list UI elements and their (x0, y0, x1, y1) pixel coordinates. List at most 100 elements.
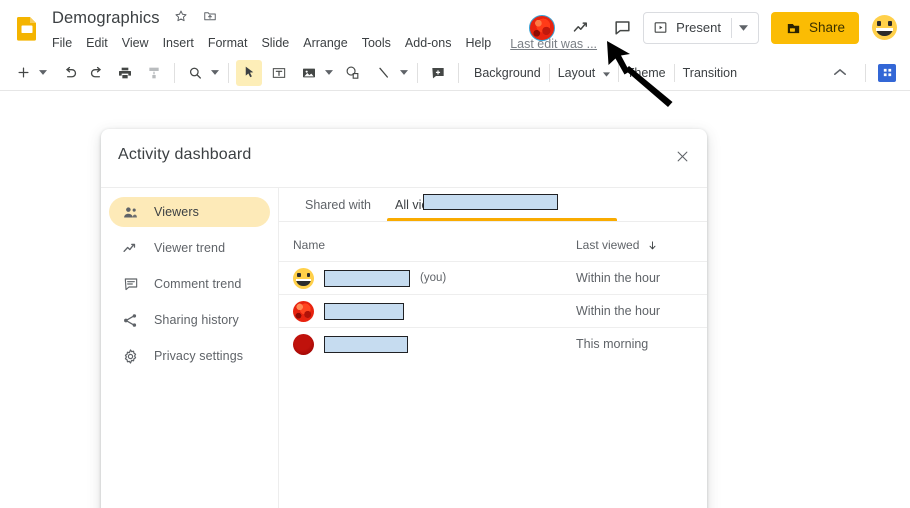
menu-item-slide[interactable]: Slide (254, 34, 296, 53)
name-redaction-box (324, 302, 404, 320)
slides-app-window: Demographics File Edit View Insert Forma… (0, 0, 910, 508)
dialog-title: Activity dashboard (118, 146, 252, 163)
redo-button[interactable] (83, 60, 109, 86)
sidebar-item-viewers[interactable]: Viewers (109, 197, 270, 227)
new-slide-caret-icon[interactable] (36, 70, 49, 75)
menu-item-arrange[interactable]: Arrange (296, 34, 354, 53)
insert-image-button[interactable] (296, 60, 322, 86)
share-icon (122, 312, 139, 329)
google-slides-logo-icon[interactable] (12, 13, 42, 43)
you-label: (you) (420, 272, 447, 284)
comment-list-icon (122, 276, 139, 293)
activity-dashboard-button[interactable] (565, 11, 599, 45)
cell-name: (you) (293, 267, 576, 289)
sidebar-item-viewer-trend[interactable]: Viewer trend (109, 233, 270, 263)
app-header: Demographics File Edit View Insert Forma… (0, 0, 910, 55)
menu-item-addons[interactable]: Add-ons (398, 34, 459, 53)
avatar (293, 267, 314, 289)
cell-name (293, 300, 576, 322)
account-avatar[interactable] (872, 15, 897, 40)
cell-name (293, 333, 576, 355)
menu-item-insert[interactable]: Insert (156, 34, 201, 53)
toolbar-divider-2 (228, 62, 229, 83)
collapse-toolbar-button[interactable] (827, 60, 853, 86)
select-tool-button[interactable] (236, 59, 262, 86)
sidebar-item-label: Sharing history (154, 313, 239, 327)
sidebar-item-label: Privacy settings (154, 349, 244, 363)
transition-button[interactable]: Transition (675, 63, 745, 83)
tab-redaction-box (423, 194, 558, 210)
layout-label: Layout (557, 65, 596, 80)
avatar (293, 300, 314, 322)
cell-last-viewed: This morning (576, 337, 649, 351)
toolbar-divider-3 (417, 62, 418, 83)
sidebar-item-sharing-history[interactable]: Sharing history (109, 305, 270, 335)
dialog-main-panel: Shared with All viewers Name Last viewed (278, 188, 707, 508)
gear-icon (122, 348, 139, 365)
dialog-header: Activity dashboard (101, 129, 707, 187)
dialog-sidebar: Viewers Viewer trend Comment trend Shari… (101, 188, 278, 508)
avatar (293, 333, 314, 355)
collaborator-avatar[interactable] (525, 11, 559, 45)
menu-item-view[interactable]: View (115, 34, 156, 53)
explore-sidebar-icon[interactable] (878, 63, 896, 82)
text-box-button[interactable] (266, 60, 292, 86)
main-toolbar: Background Layout Theme Transition (0, 55, 910, 90)
share-label: Share (808, 20, 845, 35)
trending-up-icon (122, 240, 139, 257)
toolbar-divider-8 (865, 63, 866, 82)
star-outline-icon[interactable] (174, 9, 188, 28)
sidebar-item-label: Viewer trend (154, 241, 226, 255)
name-redaction-box (324, 269, 410, 287)
toolbar-divider-4 (458, 62, 459, 83)
background-button[interactable]: Background (466, 63, 549, 83)
menu-item-edit[interactable]: Edit (79, 34, 115, 53)
table-row[interactable]: This morning (279, 327, 707, 360)
dialog-body: Viewers Viewer trend Comment trend Shari… (101, 187, 707, 508)
menu-bar: File Edit View Insert Format Slide Arran… (52, 34, 597, 53)
image-caret-icon[interactable] (322, 70, 335, 75)
people-icon (122, 204, 139, 221)
page-title[interactable]: Demographics (52, 8, 160, 28)
present-button[interactable]: Present (643, 11, 759, 44)
theme-button[interactable]: Theme (619, 63, 674, 83)
move-to-folder-icon[interactable] (203, 9, 217, 28)
sidebar-item-comment-trend[interactable]: Comment trend (109, 269, 270, 299)
share-lock-icon (785, 19, 802, 36)
new-slide-button[interactable] (10, 60, 36, 86)
menu-item-format[interactable]: Format (201, 34, 255, 53)
arrow-down-icon (647, 240, 658, 251)
print-button[interactable] (112, 60, 138, 86)
cell-last-viewed: Within the hour (576, 271, 661, 285)
layout-caret-icon[interactable] (602, 66, 610, 80)
layout-button[interactable]: Layout (550, 63, 618, 83)
tab-shared-with[interactable]: Shared with (293, 198, 383, 221)
table-row[interactable]: Within the hour (279, 294, 707, 327)
shape-button[interactable] (339, 60, 365, 86)
add-comment-button[interactable] (425, 60, 451, 86)
sidebar-item-label: Viewers (154, 205, 199, 219)
present-label: Present (676, 20, 721, 35)
tabs-underline (279, 221, 707, 222)
table-row[interactable]: (you) Within the hour (279, 261, 707, 294)
share-button[interactable]: Share (770, 11, 859, 44)
comments-button[interactable] (605, 11, 639, 45)
zoom-caret-icon[interactable] (208, 70, 221, 75)
menu-item-help[interactable]: Help (458, 34, 498, 53)
column-header-name[interactable]: Name (293, 238, 576, 252)
menu-item-file[interactable]: File (52, 34, 79, 53)
undo-button[interactable] (57, 60, 83, 86)
paint-format-button[interactable] (141, 60, 167, 86)
column-header-last-viewed[interactable]: Last viewed (576, 238, 658, 252)
close-icon[interactable] (669, 143, 695, 169)
document-title-area: Demographics (52, 8, 217, 28)
zoom-button[interactable] (182, 60, 208, 86)
chevron-down-icon[interactable] (734, 24, 754, 31)
present-divider (730, 17, 732, 38)
sidebar-item-privacy-settings[interactable]: Privacy settings (109, 341, 270, 371)
toolbar-divider (174, 62, 175, 83)
toolbar-bottom-border (0, 90, 910, 91)
line-button[interactable] (371, 60, 397, 86)
menu-item-tools[interactable]: Tools (355, 34, 398, 53)
line-caret-icon[interactable] (397, 70, 410, 75)
